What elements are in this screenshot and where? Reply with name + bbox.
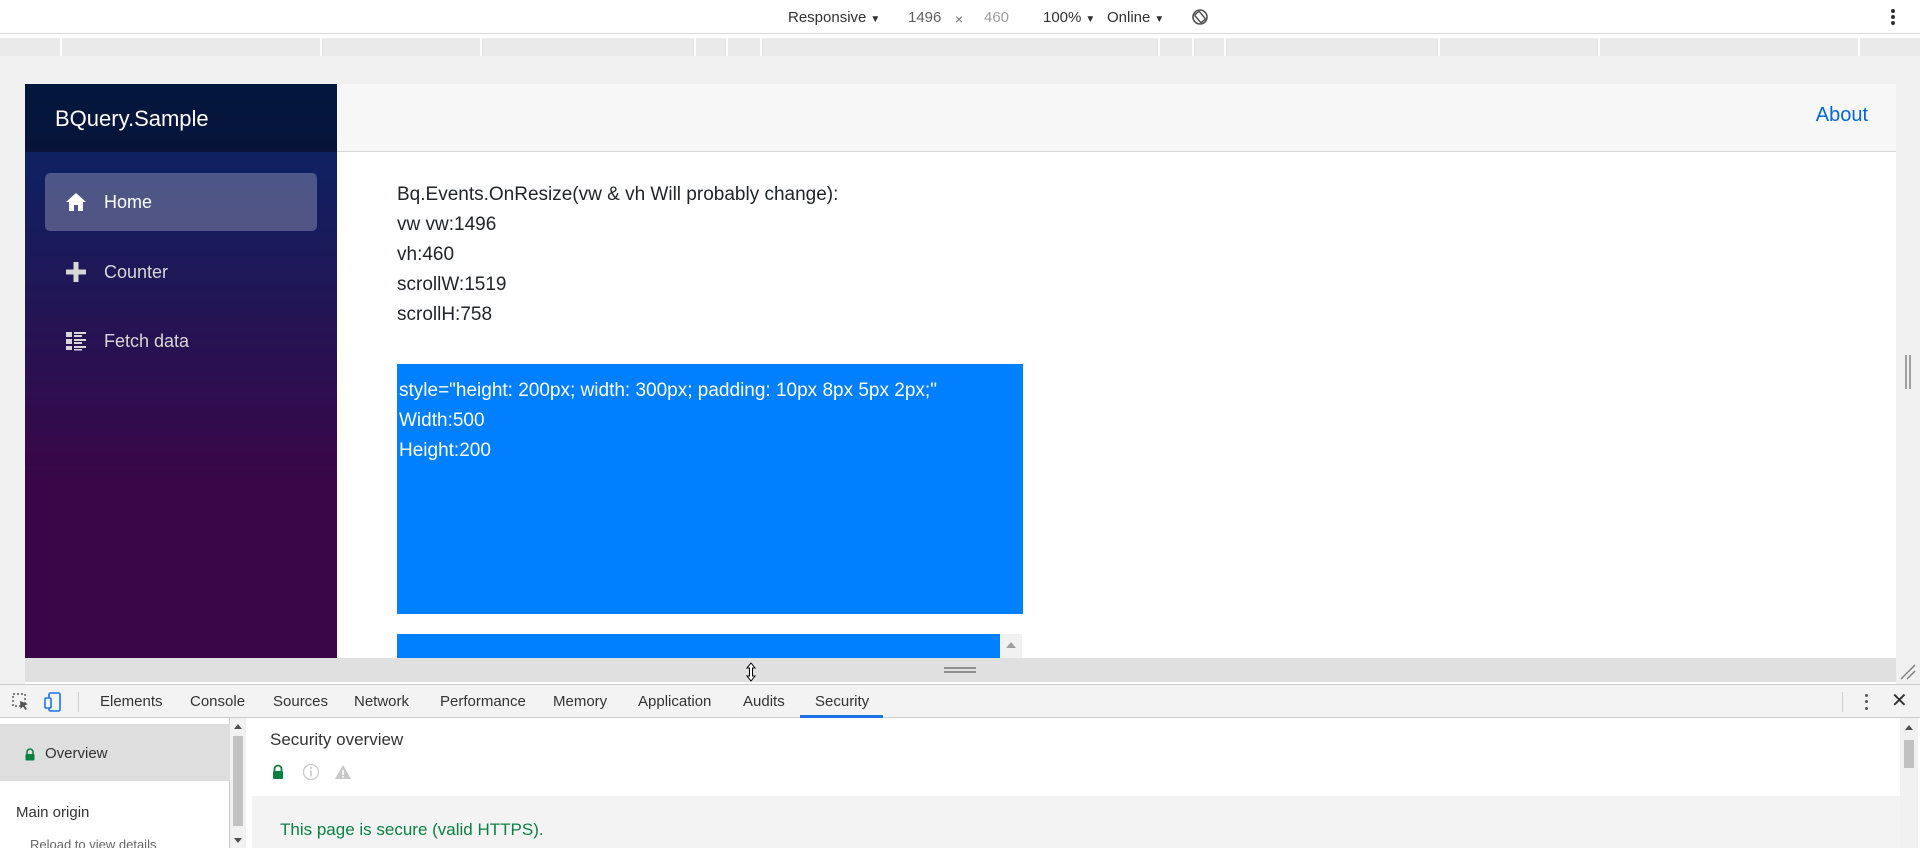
bottom-resize-handle[interactable]	[944, 667, 976, 673]
box-height-text: Height:200	[399, 440, 491, 461]
close-icon[interactable]: ✕	[1891, 691, 1909, 711]
warning-icon	[335, 765, 351, 779]
right-resize-handle[interactable]	[1905, 355, 1911, 389]
device-viewport: BQuery.Sample Home Counter Fetch data Ab…	[25, 84, 1896, 658]
reload-details-text: Reload to view details	[30, 837, 157, 848]
about-link[interactable]: About	[1816, 104, 1868, 127]
nav-label: Home	[104, 191, 153, 212]
caret-down-icon: ▼	[1154, 14, 1165, 25]
tab-security[interactable]: Security	[815, 693, 869, 710]
security-summary-panel: This page is secure (valid HTTPS).	[252, 796, 1900, 848]
scroll-height-value: scrollH:758	[397, 304, 493, 325]
scroll-down-arrow-icon[interactable]	[234, 838, 242, 843]
tab-console[interactable]: Console	[190, 693, 245, 710]
caret-down-icon: ▼	[1085, 14, 1096, 25]
sidebar-scrollbar[interactable]	[230, 718, 246, 848]
viewport-gutter-top	[25, 56, 1896, 84]
devtools-tab-bar: Elements Console Sources Network Perform…	[0, 685, 1920, 718]
sidebar-scroll-thumb[interactable]	[233, 736, 243, 826]
info-icon	[302, 763, 320, 781]
scrollable-box-scrollbar[interactable]	[1000, 634, 1022, 658]
security-sidebar: Overview Main origin Reload to view deta…	[0, 718, 230, 848]
corner-resize-icon[interactable]	[1898, 662, 1916, 680]
tab-memory[interactable]: Memory	[553, 693, 607, 710]
app-sidebar: BQuery.Sample Home Counter Fetch data	[25, 84, 337, 658]
nav-label: Counter	[104, 261, 169, 282]
brand-bar: BQuery.Sample	[25, 84, 337, 152]
nav-label: Fetch data	[104, 330, 190, 351]
device-toolbar: Responsive ▼ 1496 × 460 100% ▼ Online ▼	[0, 0, 1920, 34]
dimension-separator: ×	[955, 11, 964, 27]
more-options-icon[interactable]	[1886, 6, 1900, 28]
devtools-menu-icon[interactable]	[1862, 692, 1870, 712]
tab-elements[interactable]: Elements	[100, 693, 163, 710]
main-scroll-thumb[interactable]	[1904, 740, 1914, 768]
secure-page-message: This page is secure (valid HTTPS).	[280, 820, 544, 839]
browser-window: Responsive▼ 1496 × 460 100%▼ Online▼	[0, 0, 1920, 848]
media-query-bar[interactable]	[0, 38, 1920, 56]
scrollable-box[interactable]	[397, 634, 1000, 658]
tab-performance[interactable]: Performance	[440, 693, 526, 710]
network-throttle-select[interactable]: Online ▼	[1107, 9, 1164, 26]
tab-network[interactable]: Network	[354, 693, 409, 710]
inspect-element-icon[interactable]	[11, 692, 31, 712]
security-overview-title: Security overview	[270, 730, 404, 749]
nav-item-counter[interactable]: Counter	[45, 243, 317, 301]
device-mode-label: Responsive	[788, 9, 867, 26]
lock-icon	[25, 748, 35, 761]
caret-down-icon: ▼	[870, 14, 881, 25]
scroll-up-arrow-icon[interactable]	[1006, 642, 1016, 648]
tab-audits[interactable]: Audits	[743, 693, 785, 710]
height-input[interactable]: 460	[984, 9, 1009, 26]
zoom-select[interactable]: 100% ▼	[1043, 9, 1095, 26]
main-origin-heading: Main origin	[16, 804, 90, 821]
overview-label: Overview	[45, 745, 108, 762]
home-icon	[64, 190, 88, 214]
width-input[interactable]: 1496	[908, 9, 941, 26]
toolbar-separator	[1842, 692, 1843, 712]
device-toolbar-toggle-icon[interactable]	[43, 692, 63, 712]
resize-cursor-icon	[745, 662, 757, 682]
plus-icon	[64, 260, 88, 284]
page-content: Bq.Events.OnResize(vw & vh Will probably…	[397, 180, 1297, 330]
devtools-panel: Elements Console Sources Network Perform…	[0, 684, 1920, 848]
network-label: Online	[1107, 9, 1151, 26]
device-mode-select[interactable]: Responsive ▼	[788, 9, 880, 26]
styled-box: style="height: 200px; width: 300px; padd…	[397, 364, 1023, 614]
nav-item-home[interactable]: Home	[45, 173, 317, 231]
vw-value: vw vw:1496	[397, 214, 497, 235]
vh-value: vh:460	[397, 244, 455, 265]
box-style-text: style="height: 200px; width: 300px; padd…	[399, 380, 937, 401]
app-top-row: About	[337, 84, 1896, 152]
main-scrollbar[interactable]	[1900, 718, 1918, 848]
scroll-up-arrow-icon[interactable]	[1905, 725, 1913, 730]
resize-heading: Bq.Events.OnResize(vw & vh Will probably…	[397, 184, 839, 205]
nav-item-fetch-data[interactable]: Fetch data	[45, 312, 317, 370]
scroll-width-value: scrollW:1519	[397, 274, 507, 295]
box-width-text: Width:500	[399, 410, 485, 431]
toolbar-separator	[78, 692, 79, 712]
scroll-up-arrow-icon[interactable]	[234, 724, 242, 729]
secure-lock-icon	[273, 764, 283, 779]
tab-application[interactable]: Application	[638, 693, 711, 710]
app-brand[interactable]: BQuery.Sample	[55, 106, 209, 132]
security-overview-panel: Security overview This page is secure (v…	[252, 718, 1900, 848]
sidebar-item-overview[interactable]: Overview	[0, 724, 230, 781]
zoom-label: 100%	[1043, 9, 1082, 26]
viewport-gutter-left	[0, 56, 25, 684]
list-icon	[64, 329, 88, 353]
rotate-icon[interactable]	[1191, 8, 1209, 26]
tab-sources[interactable]: Sources	[273, 693, 328, 710]
